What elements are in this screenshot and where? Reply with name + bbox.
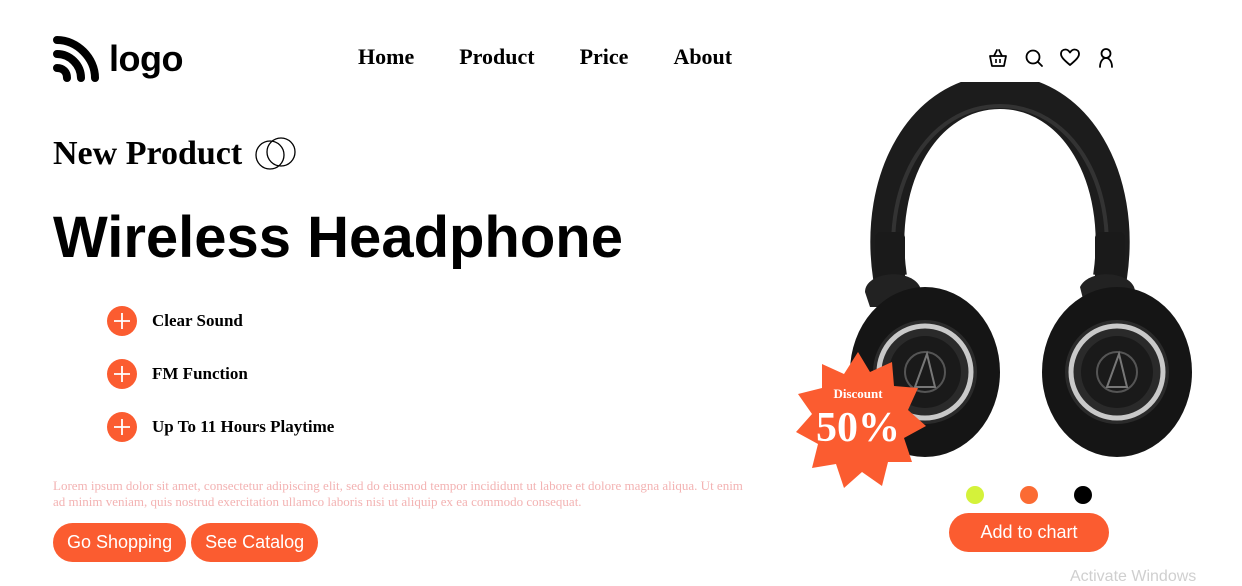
feature-list: Clear Sound FM Function Up To 11 Hours P… [107,305,334,464]
feature-item: Clear Sound [107,305,334,337]
color-swatch-lime[interactable] [966,486,984,504]
logo-text: logo [109,38,183,79]
nav-product[interactable]: Product [459,44,534,70]
rings-icon [255,137,296,170]
hero-description: Lorem ipsum dolor sit amet, consectetur … [53,478,743,509]
feature-label: Up To 11 Hours Playtime [152,417,335,436]
feature-item: Up To 11 Hours Playtime [107,411,334,443]
discount-badge: Discount 50% [788,350,928,490]
color-swatch-black[interactable] [1074,486,1092,504]
hero-buttons: Go Shopping See Catalog [53,523,319,562]
discount-value: 50% [816,405,900,451]
nav-about[interactable]: About [673,44,732,70]
search-icon[interactable] [1024,47,1044,69]
color-swatches [966,486,1092,504]
eyebrow-title: New Product [53,135,243,172]
logo-mark-icon [53,36,99,82]
plus-icon [107,412,137,442]
discount-label: Discount [833,386,883,401]
heart-icon[interactable] [1060,47,1080,69]
color-swatch-orange[interactable] [1020,486,1038,504]
plus-icon [107,306,137,336]
see-catalog-button[interactable]: See Catalog [191,523,319,562]
feature-label: FM Function [152,364,248,383]
nav-home[interactable]: Home [358,44,414,70]
eyebrow: New Product [53,135,300,173]
main-nav: Home Product Price About [358,44,732,70]
add-to-chart-button[interactable]: Add to chart [949,513,1109,552]
feature-item: FM Function [107,358,334,390]
header-icons [988,47,1116,69]
hero-headline: Wireless Headphone [53,205,623,270]
go-shopping-button[interactable]: Go Shopping [53,523,187,562]
plus-icon [107,359,137,389]
basket-icon[interactable] [988,47,1008,69]
user-icon[interactable] [1096,47,1116,69]
nav-price[interactable]: Price [580,44,629,70]
activate-windows-watermark: Activate Windows [1070,568,1197,585]
feature-label: Clear Sound [152,311,243,330]
logo[interactable]: logo [53,36,183,82]
